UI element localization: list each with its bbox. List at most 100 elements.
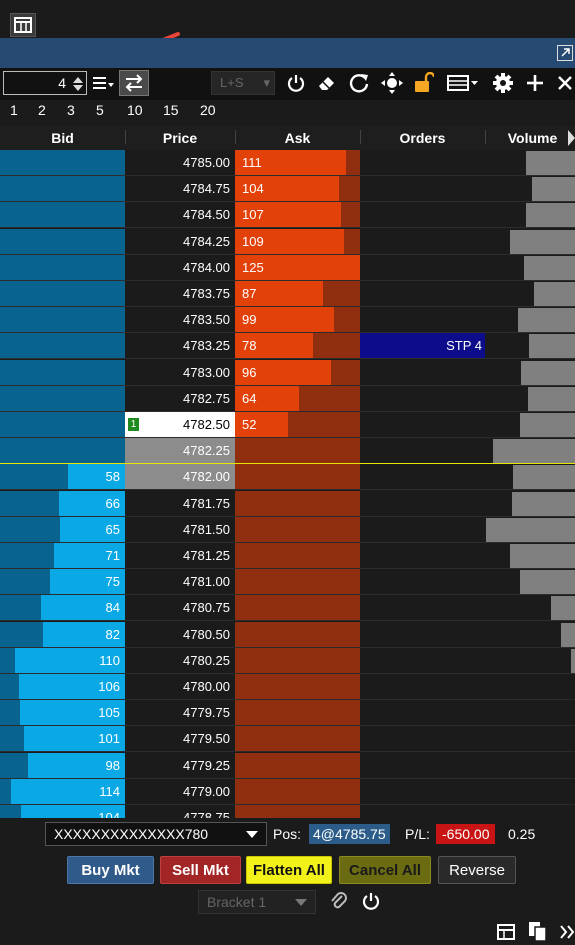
ask-cell[interactable]: 52 bbox=[235, 412, 360, 438]
price-cell[interactable]: 4780.50 bbox=[125, 621, 235, 648]
ask-cell[interactable]: 78 bbox=[235, 333, 360, 360]
power-icon[interactable] bbox=[361, 891, 381, 911]
price-cell[interactable]: 4781.75 bbox=[125, 490, 235, 517]
bid-cell[interactable]: 101 bbox=[0, 726, 125, 753]
bid-cell[interactable] bbox=[0, 412, 125, 438]
price-cell[interactable]: 4783.50 bbox=[125, 307, 235, 334]
orders-cell[interactable]: STP 4 bbox=[360, 333, 485, 360]
orders-cell[interactable] bbox=[360, 307, 485, 334]
price-cell[interactable]: 4783.75 bbox=[125, 281, 235, 307]
ask-cell[interactable] bbox=[235, 700, 360, 727]
power-icon[interactable] bbox=[284, 72, 308, 94]
orders-cell[interactable] bbox=[360, 569, 485, 596]
quantity-input[interactable]: 4 bbox=[3, 71, 87, 95]
orders-cell[interactable] bbox=[360, 464, 485, 491]
quick-qty-15[interactable]: 15 bbox=[163, 102, 179, 118]
bracket-select[interactable]: Bracket 1 bbox=[198, 890, 316, 914]
price-cell[interactable]: 4778.75 bbox=[125, 805, 235, 818]
ladder-row[interactable]: 71 4781.25 bbox=[0, 543, 575, 569]
ask-cell[interactable]: 104 bbox=[235, 176, 360, 203]
ls-select[interactable]: L+S ▾ bbox=[211, 71, 275, 95]
bid-cell[interactable] bbox=[0, 176, 125, 203]
account-select[interactable]: XXXXXXXXXXXXXX780 bbox=[45, 822, 267, 846]
orders-cell[interactable] bbox=[360, 778, 485, 805]
ask-cell[interactable] bbox=[235, 674, 360, 700]
quick-qty-2[interactable]: 2 bbox=[38, 102, 46, 118]
price-cell[interactable]: 4783.25 bbox=[125, 333, 235, 360]
spin-up-icon[interactable] bbox=[73, 77, 83, 83]
bid-cell[interactable]: 71 bbox=[0, 543, 125, 569]
flatten-all-button[interactable]: Flatten All bbox=[246, 856, 332, 884]
orders-cell[interactable] bbox=[360, 281, 485, 307]
header-price[interactable]: Price bbox=[125, 130, 235, 146]
close-icon[interactable] bbox=[555, 72, 575, 94]
price-cell[interactable]: 4782.50 1 bbox=[125, 412, 235, 438]
price-cell[interactable]: 4780.25 bbox=[125, 647, 235, 674]
eraser-icon[interactable] bbox=[315, 72, 339, 94]
layout-grid-icon[interactable] bbox=[10, 13, 36, 37]
bid-cell[interactable]: 58 bbox=[0, 464, 125, 491]
ladder-row[interactable]: 110 4780.25 bbox=[0, 647, 575, 674]
header-orders[interactable]: Orders bbox=[360, 130, 485, 146]
ask-cell[interactable] bbox=[235, 647, 360, 674]
ladder-row[interactable]: 58 4782.00 bbox=[0, 464, 575, 491]
quick-qty-1[interactable]: 1 bbox=[10, 102, 18, 118]
orders-cell[interactable] bbox=[360, 516, 485, 543]
ask-cell[interactable]: 111 bbox=[235, 150, 360, 176]
ask-cell[interactable] bbox=[235, 778, 360, 805]
header-volume[interactable]: Volume bbox=[485, 130, 575, 146]
gear-icon[interactable] bbox=[491, 72, 515, 94]
bid-cell[interactable] bbox=[0, 254, 125, 281]
orders-cell[interactable] bbox=[360, 700, 485, 727]
quick-qty-3[interactable]: 3 bbox=[67, 102, 75, 118]
bid-cell[interactable]: 75 bbox=[0, 569, 125, 596]
copy-icon[interactable] bbox=[527, 920, 549, 942]
orders-cell[interactable] bbox=[360, 176, 485, 203]
refresh-icon[interactable] bbox=[347, 72, 371, 94]
quick-qty-10[interactable]: 10 bbox=[127, 102, 143, 118]
ask-cell[interactable]: 96 bbox=[235, 359, 360, 386]
bid-cell[interactable] bbox=[0, 281, 125, 307]
bid-cell[interactable]: 110 bbox=[0, 647, 125, 674]
price-cell[interactable]: 4779.00 bbox=[125, 778, 235, 805]
orders-cell[interactable] bbox=[360, 412, 485, 438]
ladder-row[interactable]: 98 4779.25 bbox=[0, 752, 575, 779]
ask-cell[interactable]: 125 bbox=[235, 254, 360, 281]
bid-cell[interactable]: 82 bbox=[0, 621, 125, 648]
ladder-row[interactable]: 101 4779.50 bbox=[0, 726, 575, 753]
orders-cell[interactable] bbox=[360, 595, 485, 622]
orders-cell[interactable] bbox=[360, 647, 485, 674]
ladder-row[interactable]: 82 4780.50 bbox=[0, 621, 575, 648]
center-icon[interactable] bbox=[379, 72, 405, 94]
buy-market-button[interactable]: Buy Mkt bbox=[67, 856, 154, 884]
attachment-icon[interactable] bbox=[330, 891, 348, 913]
ladder-row[interactable]: 4782.50 1 52 bbox=[0, 412, 575, 438]
ask-cell[interactable] bbox=[235, 543, 360, 569]
orders-cell[interactable] bbox=[360, 543, 485, 569]
ladder-row[interactable]: 84 4780.75 bbox=[0, 595, 575, 622]
price-ladder[interactable]: 4785.00 111 4784.75 104 4784.50 107 4784.25 109… bbox=[0, 150, 575, 818]
bid-cell[interactable]: 65 bbox=[0, 516, 125, 543]
popout-icon[interactable] bbox=[557, 45, 573, 61]
orders-cell[interactable] bbox=[360, 385, 485, 412]
price-cell[interactable]: 4783.00 bbox=[125, 359, 235, 386]
orders-cell[interactable] bbox=[360, 805, 485, 818]
price-cell[interactable]: 4780.00 bbox=[125, 674, 235, 700]
price-cell[interactable]: 4779.50 bbox=[125, 726, 235, 753]
orders-cell[interactable] bbox=[360, 674, 485, 700]
ladder-row[interactable]: 4785.00 111 bbox=[0, 150, 575, 176]
price-cell[interactable]: 4781.00 bbox=[125, 569, 235, 596]
expand-right-icon[interactable] bbox=[560, 924, 575, 940]
ask-cell[interactable] bbox=[235, 595, 360, 622]
bid-cell[interactable]: 104 bbox=[0, 805, 125, 818]
bid-cell[interactable] bbox=[0, 202, 125, 229]
stop-order-label[interactable]: STP 4 bbox=[446, 338, 482, 353]
price-cell[interactable]: 4781.50 bbox=[125, 516, 235, 543]
price-cell[interactable]: 4782.75 bbox=[125, 385, 235, 412]
ladder-row[interactable]: 65 4781.50 bbox=[0, 516, 575, 543]
ladder-row[interactable]: 4784.50 107 bbox=[0, 202, 575, 229]
ask-cell[interactable] bbox=[235, 490, 360, 517]
header-bid[interactable]: Bid bbox=[0, 130, 125, 146]
ladder-row[interactable]: 75 4781.00 bbox=[0, 569, 575, 596]
ladder-row[interactable]: 4784.00 125 bbox=[0, 254, 575, 281]
